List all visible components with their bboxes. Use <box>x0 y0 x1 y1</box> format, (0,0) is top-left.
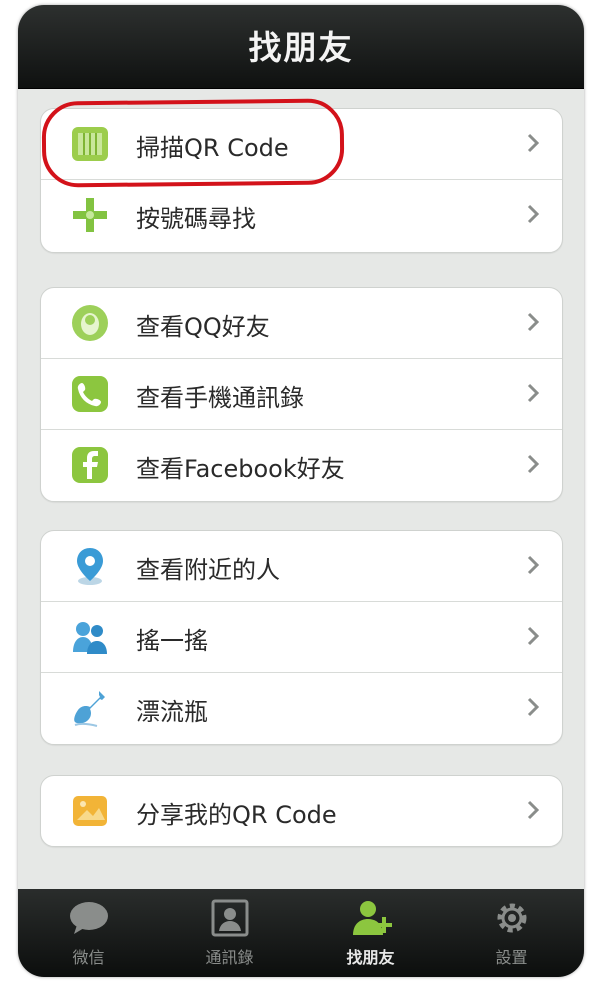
chevron-right-icon <box>527 204 540 224</box>
bottle-icon <box>74 691 105 727</box>
menu-item-search-by-number[interactable]: 按號碼尋找 <box>41 180 562 250</box>
menu-group-contacts: 查看QQ好友 查看手機通訊錄 查看Facebook好友 <box>40 287 563 502</box>
gear-icon <box>497 903 527 933</box>
contacts-icon <box>211 899 249 937</box>
tab-contacts[interactable]: 通訊錄 <box>159 889 300 977</box>
chevron-right-icon <box>527 312 540 332</box>
find-friends-icon <box>353 901 392 935</box>
menu-item-qq-friends[interactable]: 查看QQ好友 <box>41 288 562 359</box>
tab-label: 微信 <box>72 948 105 967</box>
bottom-tab-bar: 微信 通訊錄 找朋友 設置 <box>18 889 584 977</box>
tab-find-friends[interactable]: 找朋友 <box>300 889 441 977</box>
qq-icon <box>72 305 108 341</box>
menu-content: 掃描QR Code 按號碼尋找 查看QQ好友 查看手機通訊錄 查看Faceboo… <box>18 89 584 889</box>
tab-label: 設置 <box>495 948 528 967</box>
menu-item-drift-bottle[interactable]: 漂流瓶 <box>41 673 562 743</box>
shake-icon <box>73 622 107 654</box>
chevron-right-icon <box>527 626 540 646</box>
chat-bubble-icon <box>70 902 108 934</box>
chevron-right-icon <box>527 133 540 153</box>
menu-item-label: 查看附近的人 <box>136 556 280 584</box>
menu-item-label: 分享我的QR Code <box>136 801 337 829</box>
menu-group-share: 分享我的QR Code <box>40 775 563 847</box>
tab-label: 找朋友 <box>346 948 395 967</box>
chevron-right-icon <box>527 697 540 717</box>
chevron-right-icon <box>527 800 540 820</box>
menu-item-label: 漂流瓶 <box>136 698 208 726</box>
menu-item-shake[interactable]: 搖一搖 <box>41 602 562 673</box>
tab-label: 通訊錄 <box>205 948 254 967</box>
share-qr-icon <box>73 796 107 826</box>
location-pin-icon <box>77 548 103 585</box>
menu-item-label: 查看QQ好友 <box>136 313 270 341</box>
menu-item-label: 搖一搖 <box>136 627 208 655</box>
menu-item-nearby-people[interactable]: 查看附近的人 <box>41 531 562 602</box>
tab-settings[interactable]: 設置 <box>441 889 582 977</box>
menu-item-label: 查看Facebook好友 <box>136 455 345 483</box>
facebook-icon <box>72 447 108 483</box>
menu-item-facebook-friends[interactable]: 查看Facebook好友 <box>41 430 562 500</box>
red-highlight-circle <box>41 98 345 188</box>
menu-item-phone-contacts[interactable]: 查看手機通訊錄 <box>41 359 562 430</box>
menu-item-label: 按號碼尋找 <box>136 205 256 233</box>
chevron-right-icon <box>527 383 540 403</box>
chevron-right-icon <box>527 555 540 575</box>
menu-group-discover: 查看附近的人 搖一搖 漂流瓶 <box>40 530 563 745</box>
tab-wechat[interactable]: 微信 <box>18 889 159 977</box>
title-bar: 找朋友 <box>18 5 584 89</box>
menu-item-label: 查看手機通訊錄 <box>136 384 304 412</box>
page-title: 找朋友 <box>248 28 354 67</box>
plus-search-icon <box>73 198 107 232</box>
phone-icon <box>72 376 108 412</box>
menu-item-share-qr[interactable]: 分享我的QR Code <box>41 776 562 846</box>
chevron-right-icon <box>527 454 540 474</box>
